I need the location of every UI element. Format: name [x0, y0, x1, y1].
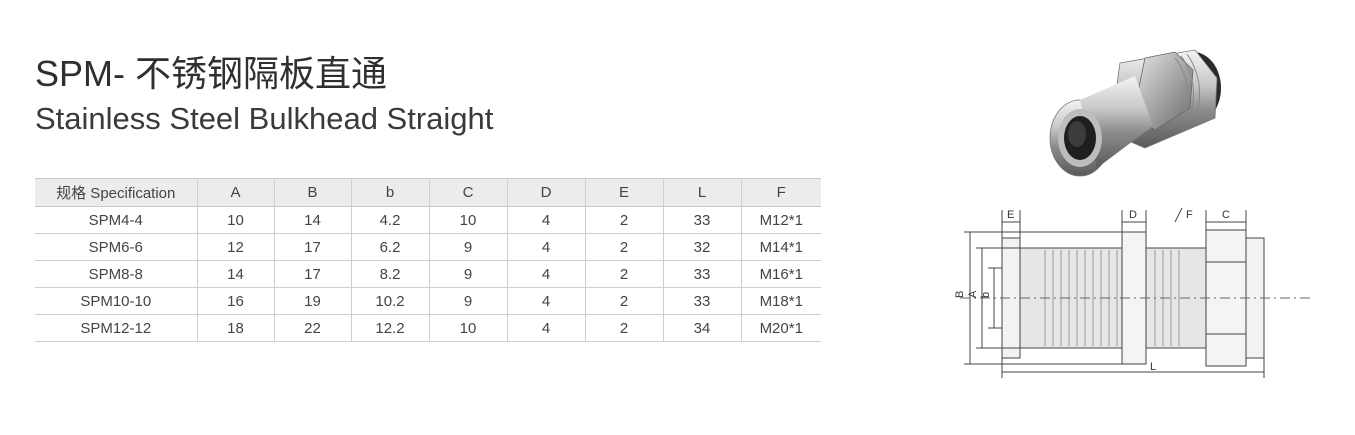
drawing-label-a: A [967, 290, 979, 298]
spec-table: 规格 Specification A B b C D E L F SPM4-4 … [35, 178, 821, 342]
table-row: SPM4-4 10 14 4.2 10 4 2 33 M12*1 [35, 206, 821, 234]
cell: 16 [196, 287, 274, 315]
header-f: F [740, 178, 821, 207]
cell: 4 [506, 287, 585, 315]
cell: 10.2 [350, 287, 429, 315]
cell: 2 [584, 233, 663, 261]
cell: 33 [662, 206, 741, 234]
table-header-row: 规格 Specification A B b C D E L F [35, 178, 821, 207]
cell: M20*1 [740, 314, 821, 342]
cell: 4 [506, 314, 585, 342]
drawing-label-c: C [1222, 209, 1230, 221]
cell: 32 [662, 233, 741, 261]
cell: 33 [662, 260, 741, 288]
fitting-shape [1049, 49, 1221, 177]
cell: 10 [428, 206, 507, 234]
cell: SPM10-10 [35, 287, 197, 315]
cell: 17 [273, 233, 351, 261]
cell: 17 [273, 260, 351, 288]
drawing-label-big-b: B [954, 291, 966, 298]
cell: 19 [273, 287, 351, 315]
cell: M14*1 [740, 233, 821, 261]
cell: SPM8-8 [35, 260, 197, 288]
cell: 8.2 [350, 260, 429, 288]
drawing-label-l: L [1150, 361, 1156, 373]
header-spec: 规格 Specification [35, 178, 197, 207]
cell: 2 [584, 260, 663, 288]
table-row: SPM6-6 12 17 6.2 9 4 2 32 M14*1 [35, 233, 821, 261]
cell: 34 [662, 314, 741, 342]
cell: 4 [506, 206, 585, 234]
cell: 4 [506, 260, 585, 288]
cell: SPM4-4 [35, 206, 197, 234]
header-big-b: B [273, 178, 351, 207]
cell: 12 [196, 233, 274, 261]
drawing-label-e: E [1007, 209, 1014, 221]
cell: 2 [584, 287, 663, 315]
cell: 2 [584, 314, 663, 342]
page-title-en: Stainless Steel Bulkhead Straight [35, 101, 494, 136]
header-a: A [196, 178, 274, 207]
cell: 33 [662, 287, 741, 315]
cell: 2 [584, 206, 663, 234]
cell: 12.2 [350, 314, 429, 342]
cell: 18 [196, 314, 274, 342]
cell: 9 [428, 287, 507, 315]
cell: 9 [428, 260, 507, 288]
cell: SPM12-12 [35, 314, 197, 342]
page-title-cn: SPM- 不锈钢隔板直通 [35, 53, 388, 94]
header-d: D [506, 178, 585, 207]
cell: 10 [196, 206, 274, 234]
cell: 9 [428, 233, 507, 261]
cell: 4 [506, 233, 585, 261]
cell: 14 [273, 206, 351, 234]
cell: 4.2 [350, 206, 429, 234]
header-e: E [584, 178, 663, 207]
drawing-label-d: D [1129, 209, 1137, 221]
table-row: SPM10-10 16 19 10.2 9 4 2 33 M18*1 [35, 287, 821, 315]
header-small-b: b [350, 178, 429, 207]
table-row: SPM12-12 18 22 12.2 10 4 2 34 M20*1 [35, 314, 821, 342]
cell: 22 [273, 314, 351, 342]
cell: M18*1 [740, 287, 821, 315]
header-l: L [662, 178, 741, 207]
cell: M12*1 [740, 206, 821, 234]
product-photo [1049, 49, 1221, 177]
cell: 14 [196, 260, 274, 288]
cell: 10 [428, 314, 507, 342]
cell: SPM6-6 [35, 233, 197, 261]
table-row: SPM8-8 14 17 8.2 9 4 2 33 M16*1 [35, 260, 821, 288]
cell: 6.2 [350, 233, 429, 261]
technical-drawing: E D F C B A b L [954, 207, 1310, 378]
drawing-label-small-b: b [980, 292, 992, 298]
cell: M16*1 [740, 260, 821, 288]
drawing-label-f: F [1186, 209, 1193, 221]
header-c: C [428, 178, 507, 207]
